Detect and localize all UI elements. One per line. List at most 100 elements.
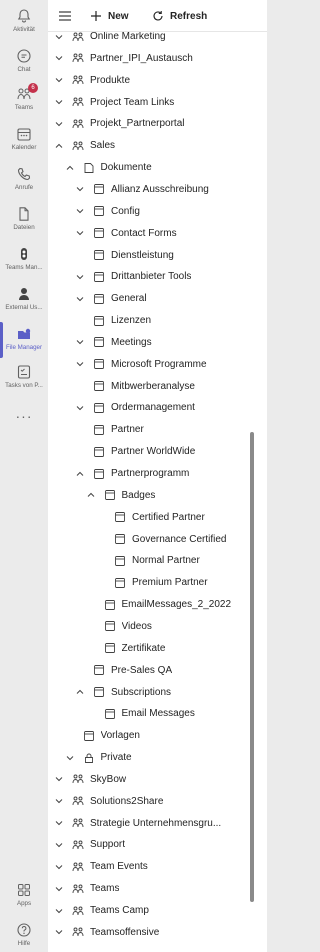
tree-item[interactable]: Strategie Unternehmensgru... xyxy=(54,813,248,834)
more-apps-icon[interactable]: ··· xyxy=(0,408,48,424)
tree-item[interactable]: Videos xyxy=(86,616,249,637)
chevron-down-icon[interactable] xyxy=(75,403,85,413)
chevron-down-icon[interactable] xyxy=(54,927,64,937)
tree-item[interactable]: General xyxy=(75,288,248,309)
hamburger-menu-icon[interactable] xyxy=(58,10,72,22)
chevron-down-icon[interactable] xyxy=(75,184,85,194)
tree-item[interactable]: Email Messages xyxy=(86,703,249,724)
chevron-down-icon[interactable] xyxy=(75,294,85,304)
chevron-down-icon[interactable] xyxy=(54,884,64,894)
tree-item[interactable]: Ordermanagement xyxy=(75,397,248,418)
tree-item[interactable]: Teamsoffensive xyxy=(54,922,248,943)
chevron-down-icon[interactable] xyxy=(75,206,85,216)
new-button[interactable]: New xyxy=(90,6,129,26)
rail-item-calls[interactable]: Anrufe xyxy=(0,166,48,191)
chevron-down-icon[interactable] xyxy=(54,119,64,129)
folder-icon xyxy=(94,665,104,676)
tree-item[interactable]: Private xyxy=(65,747,249,768)
tree-item[interactable]: Projekt_Partnerportal xyxy=(54,113,248,134)
chevron-down-icon[interactable] xyxy=(54,97,64,107)
tree-item[interactable]: Allianz Ausschreibung xyxy=(75,179,248,200)
tree-item[interactable]: Partner xyxy=(75,419,248,440)
tree-item[interactable]: Normal Partner xyxy=(96,550,248,571)
chevron-down-icon[interactable] xyxy=(54,32,64,42)
chevron-down-icon[interactable] xyxy=(54,818,64,828)
chevron-down-icon[interactable] xyxy=(54,862,64,872)
team-icon xyxy=(72,119,84,128)
refresh-button[interactable]: Refresh xyxy=(152,6,207,26)
rail-item-file-manager[interactable]: File Manager xyxy=(0,322,48,358)
tree-item[interactable]: Partner_IPI_Austausch xyxy=(54,48,248,69)
chevron-down-icon[interactable] xyxy=(54,906,64,916)
chevron-down-icon[interactable] xyxy=(54,75,64,85)
chevron-down-icon[interactable] xyxy=(54,53,64,63)
tree-item[interactable]: Contact Forms xyxy=(75,223,248,244)
tree-item[interactable]: Subscriptions xyxy=(75,682,248,703)
tree-item[interactable]: Governance Certified xyxy=(96,529,248,550)
tree-item[interactable]: Support xyxy=(54,834,248,855)
tree-item[interactable]: Produkte xyxy=(54,70,248,91)
chevron-up-icon[interactable] xyxy=(54,141,64,151)
chevron-down-icon[interactable] xyxy=(65,753,75,763)
chevron-down-icon[interactable] xyxy=(54,840,64,850)
rail-label: Chat xyxy=(17,66,31,73)
tree-item[interactable]: Zertifikate xyxy=(86,638,249,659)
rail-item-activity[interactable]: Aktivität xyxy=(0,8,48,33)
scrollbar-thumb[interactable] xyxy=(250,432,254,902)
chevron-up-icon[interactable] xyxy=(65,163,75,173)
tree-item[interactable]: Dienstleistung xyxy=(75,245,248,266)
rail-item-external-user[interactable]: External Us... xyxy=(0,286,48,311)
tree-item[interactable]: Project Team Links xyxy=(54,92,248,113)
tree-item-label: Teams xyxy=(90,883,120,895)
teams-badge: 6 xyxy=(28,83,38,93)
tree-item-label: Projekt_Partnerportal xyxy=(90,118,185,130)
tree-item[interactable]: Config xyxy=(75,201,248,222)
chevron-down-icon[interactable] xyxy=(54,796,64,806)
chevron-up-icon[interactable] xyxy=(75,687,85,697)
tree-item[interactable]: Vorlagen xyxy=(65,725,249,746)
rail-item-teams-manager[interactable]: Teams Man... xyxy=(0,246,48,271)
tree-item[interactable]: Team Events xyxy=(54,856,248,877)
tree-item[interactable]: Microsoft Programme xyxy=(75,354,248,375)
tree-item[interactable]: Partner WorldWide xyxy=(75,441,248,462)
tree-item[interactable]: Pre-Sales QA xyxy=(75,660,248,681)
folder-icon xyxy=(94,381,104,392)
chevron-up-icon[interactable] xyxy=(75,469,85,479)
rail-item-teams[interactable]: 6 Teams xyxy=(0,83,48,111)
rail-item-files[interactable]: Dateien xyxy=(0,206,48,231)
tree-item[interactable]: Drittanbieter Tools xyxy=(75,266,248,287)
tree-item[interactable]: Teams Camp xyxy=(54,900,248,921)
chevron-down-icon[interactable] xyxy=(54,774,64,784)
tree-item[interactable]: Certified Partner xyxy=(96,507,248,528)
tree-item[interactable]: EmailMessages_2_2022 xyxy=(86,594,249,615)
tree-item[interactable]: Sales xyxy=(54,135,248,156)
tree-item[interactable]: SkyBow xyxy=(54,769,248,790)
phone-icon xyxy=(17,167,31,181)
tree-item-label: Produkte xyxy=(90,74,131,86)
tree-item[interactable]: Mitbwerberanalyse xyxy=(75,376,248,397)
tree-item[interactable]: Badges xyxy=(86,485,249,506)
tree-item-label: Dokumente xyxy=(100,162,152,174)
tree-item[interactable]: Partnerprogramm xyxy=(75,463,248,484)
rail-item-calendar[interactable]: Kalender xyxy=(0,126,48,151)
chevron-down-icon[interactable] xyxy=(75,359,85,369)
tree-item-label: Partner xyxy=(111,424,144,436)
team-icon xyxy=(72,840,84,849)
chevron-down-icon[interactable] xyxy=(75,228,85,238)
rail-item-help[interactable]: Hilfe xyxy=(0,922,48,947)
tree-item[interactable]: Dokumente xyxy=(65,157,249,178)
team-icon xyxy=(72,927,84,937)
chevron-down-icon[interactable] xyxy=(75,337,85,347)
rail-item-tasks[interactable]: Tasks von P... xyxy=(0,364,48,389)
chevron-up-icon[interactable] xyxy=(86,490,96,500)
rail-item-apps[interactable]: Apps xyxy=(0,882,48,907)
tree-item[interactable]: Premium Partner xyxy=(96,572,248,593)
tree-item[interactable]: Solutions2Share xyxy=(54,791,248,812)
folder-icon xyxy=(104,621,115,632)
tree-item[interactable]: Teams xyxy=(54,878,248,899)
tree-item[interactable]: Meetings xyxy=(75,332,248,353)
tree-item[interactable]: Lizenzen xyxy=(75,310,248,331)
chevron-down-icon[interactable] xyxy=(75,272,85,282)
folder-icon xyxy=(94,402,104,413)
rail-item-chat[interactable]: Chat xyxy=(0,48,48,73)
